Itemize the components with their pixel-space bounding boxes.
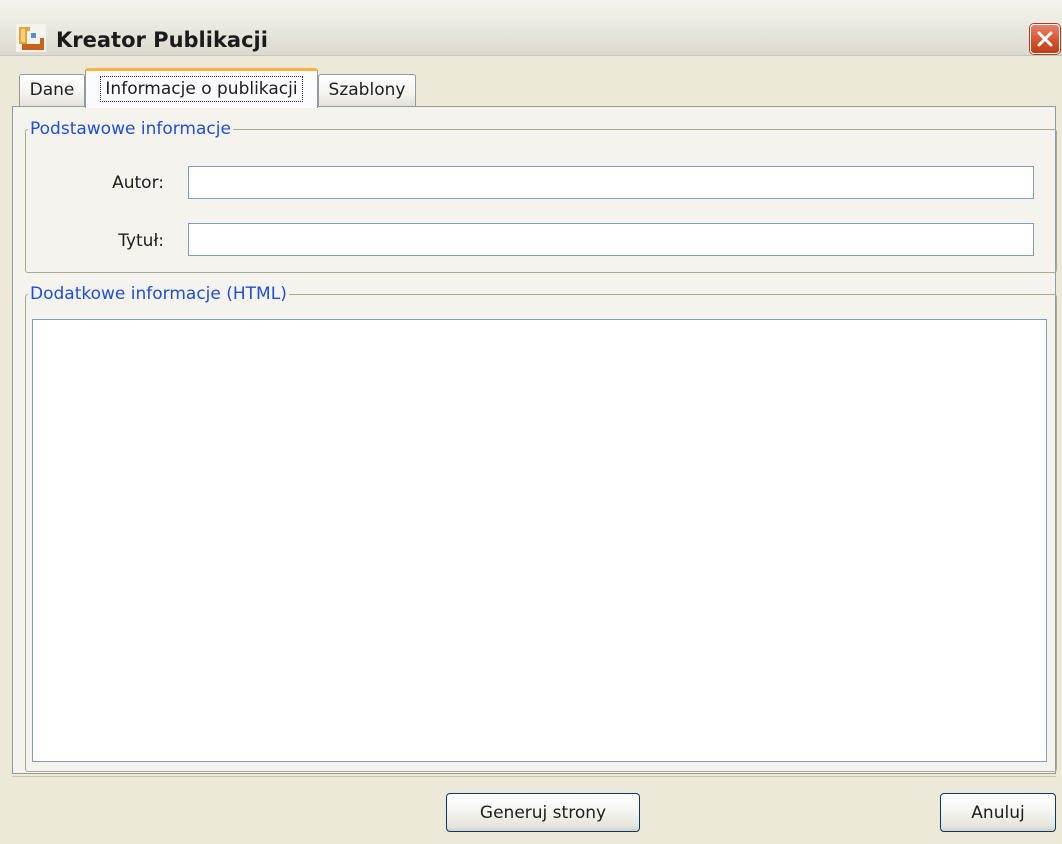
window-title: Kreator Publikacji bbox=[56, 28, 268, 52]
app-logo-icon bbox=[16, 24, 46, 52]
close-icon bbox=[1037, 31, 1053, 47]
tab-dane[interactable]: Dane bbox=[19, 74, 85, 106]
basic-info-legend: Podstawowe informacje bbox=[30, 119, 231, 139]
title-label: Tytuł: bbox=[118, 231, 164, 251]
extra-info-legend: Dodatkowe informacje (HTML) bbox=[30, 284, 287, 304]
tab-szablony[interactable]: Szablony bbox=[318, 74, 416, 106]
author-input[interactable] bbox=[188, 166, 1034, 199]
tab-informacje-o-publikacji[interactable]: Informacje o publikacji bbox=[85, 68, 318, 108]
title-input[interactable] bbox=[188, 223, 1034, 256]
kreator-publikacji-window: Kreator Publikacji Dane Informacje o pub… bbox=[0, 0, 1062, 844]
tab-label: Szablony bbox=[328, 80, 406, 100]
generate-pages-button[interactable]: Generuj strony bbox=[446, 793, 640, 832]
tab-label: Dane bbox=[29, 80, 75, 100]
cancel-button[interactable]: Anuluj bbox=[940, 793, 1056, 832]
button-bar-divider bbox=[12, 776, 1056, 777]
author-label: Autor: bbox=[112, 173, 164, 193]
tab-label: Informacje o publikacji bbox=[100, 76, 303, 102]
close-button[interactable] bbox=[1030, 24, 1060, 54]
html-info-textarea[interactable] bbox=[32, 319, 1047, 762]
title-bar[interactable]: Kreator Publikacji bbox=[0, 0, 1062, 56]
